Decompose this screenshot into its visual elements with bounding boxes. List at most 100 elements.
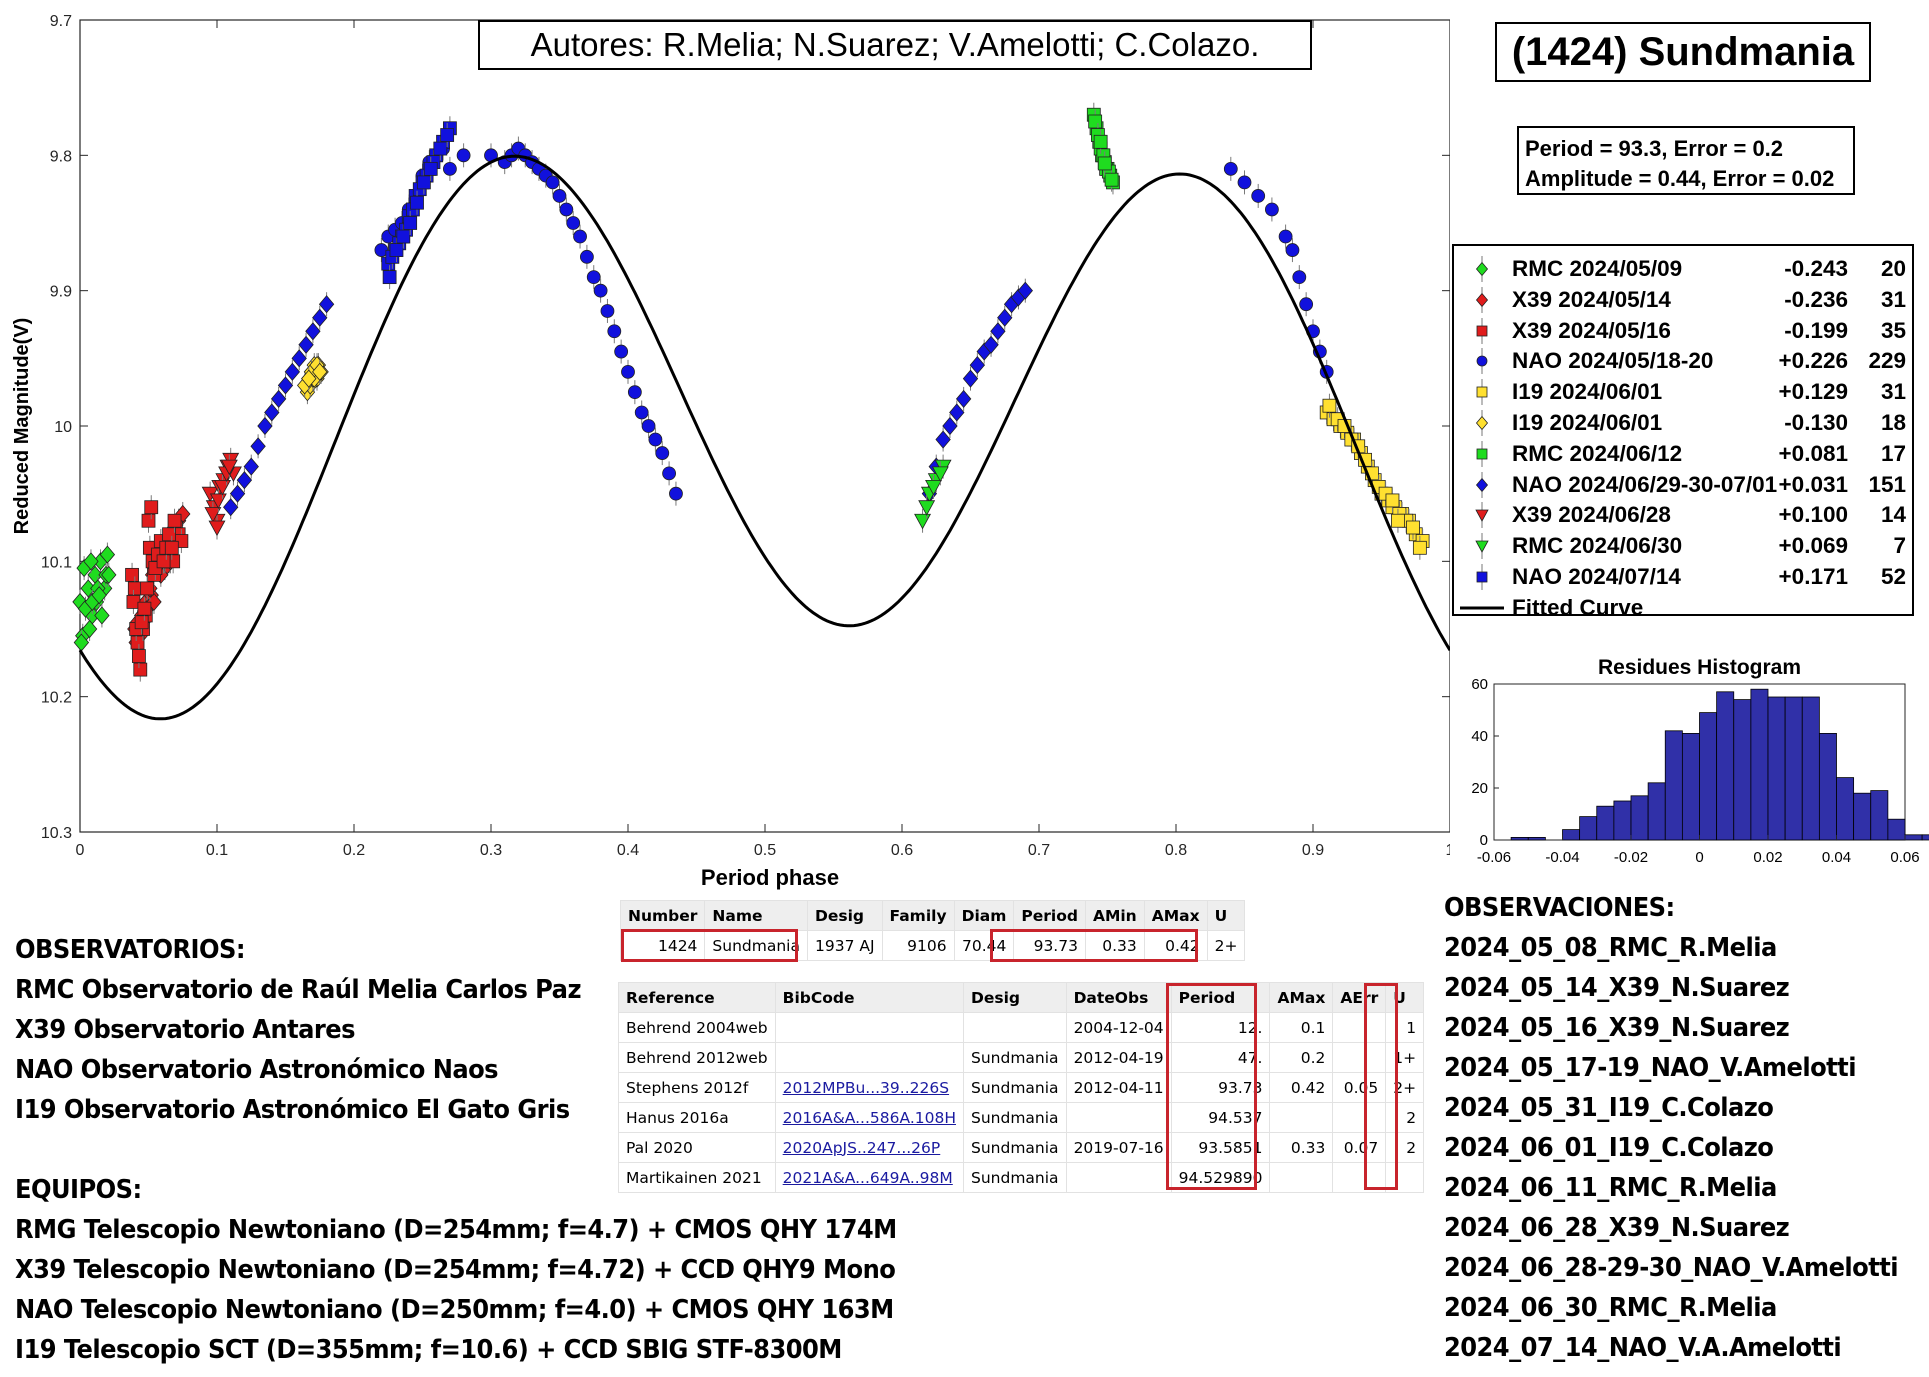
legend-marker-swatch [1476, 448, 1488, 460]
summary-header-cell: Number [619, 900, 706, 931]
observations-section: OBSERVACIONES: 2024_05_08_RMC_R.Melia 20… [1444, 888, 1898, 1368]
bibcode-cell[interactable]: 2012MPBu...39..226S [774, 1072, 965, 1103]
reference-cell [774, 1042, 965, 1073]
data-point [416, 175, 431, 190]
legend-marker-swatch [1476, 386, 1488, 398]
reference-cell: Hanus 2016a [618, 1102, 776, 1133]
reference-cell [1065, 1162, 1172, 1193]
equipment-item: X39 Telescopio Newtoniano (D=254mm; f=4.… [15, 1255, 896, 1285]
legend-count: 52 [1880, 564, 1906, 589]
legend-entry: X39 2024/05/16 -0.199 35 [1454, 316, 1912, 347]
equipment-item: RMG Telescopio Newtoniano (D=254mm; f=4.… [15, 1215, 897, 1245]
bibcode-link[interactable]: 2016A&A...586A.108H [783, 1109, 956, 1127]
reference-cell: Sundmania [963, 1042, 1067, 1073]
observation-item: 2024_05_31_I19_C.Colazo [1444, 1093, 1774, 1123]
references-header-cell: BibCode [774, 982, 965, 1013]
histogram-bar [1836, 777, 1855, 841]
reference-cell [963, 1012, 1067, 1043]
fit-result-box: Period = 93.3, Error = 0.2 Amplitude = 0… [1517, 126, 1855, 195]
data-point [440, 128, 455, 142]
legend-marker [1476, 440, 1488, 467]
summary-cell: 9106 [881, 930, 955, 961]
observation-item: 2024_05_14_X39_N.Suarez [1444, 973, 1790, 1003]
bibcode-cell[interactable]: 2020ApJS..247...26P [774, 1132, 965, 1163]
bibcode-cell[interactable]: 2016A&A...586A.108H [774, 1102, 965, 1133]
table-row: Hanus 2016a 2016A&A...586A.108H Sundmania 9… [618, 1102, 1425, 1133]
data-point [130, 635, 145, 650]
data-point [1385, 493, 1400, 508]
table-row: Pal 2020 2020ApJS..247...26P Sundmania 2019… [618, 1132, 1425, 1163]
legend-marker-swatch [1475, 415, 1489, 431]
data-point [1391, 513, 1405, 528]
histogram-bar [1818, 733, 1837, 841]
bibcode-link[interactable]: 2012MPBu...39..226S [783, 1079, 949, 1097]
table-row: Stephens 2012f 2012MPBu...39..226S Sundman… [618, 1072, 1425, 1103]
amplitude-line: Amplitude = 0.44, Error = 0.02 [1525, 166, 1835, 191]
legend-marker-swatch [1475, 540, 1489, 554]
highlight-box-period-u [990, 929, 1198, 962]
histogram-x-tick-label: 0.02 [1753, 849, 1782, 866]
histogram-bar [1784, 696, 1803, 841]
legend-marker-swatch [1475, 292, 1489, 307]
legend-label: I19 2024/06/01 [1512, 410, 1663, 435]
data-point [634, 405, 649, 420]
data-point [162, 527, 176, 542]
legend-offset: -0.243 [1784, 256, 1848, 281]
data-point [1088, 114, 1103, 129]
references-header-row: Reference BibCode Desig DateObs Period AMax AE… [618, 982, 1425, 1013]
legend-marker [1475, 471, 1489, 498]
histogram-bar [1853, 792, 1872, 841]
histogram-bar [1630, 795, 1649, 841]
legend-marker-swatch [1476, 355, 1488, 367]
data-point [545, 175, 560, 190]
summary-header-cell: Diam [953, 900, 1015, 931]
data-point [423, 161, 438, 176]
highlight-box-u-column [1364, 983, 1398, 1190]
legend-label: RMC 2024/06/30 [1512, 533, 1683, 559]
data-point [580, 249, 594, 264]
y-tick-label: 9.8 [50, 148, 72, 165]
data-point [137, 601, 152, 616]
y-tick-label: 10 [54, 419, 72, 436]
residues-histogram: Residues Histogram -0.06 -0.04 -0.02 0 0.02 0.… [1471, 656, 1929, 866]
reference-cell [774, 1012, 965, 1043]
histogram-bar [1921, 834, 1929, 841]
reference-cell: 0.33 [1269, 1132, 1334, 1163]
histogram-bar [1596, 805, 1615, 841]
observatory-item: NAO Observatorio Astronómico Naos [15, 1055, 499, 1085]
x-tick-label: 0.6 [891, 842, 913, 859]
equipment-item: I19 Telescopio SCT (D=355mm; f=10.6) + C… [15, 1335, 842, 1365]
legend-count: 17 [1880, 440, 1906, 466]
summary-header-row: Number Name Desig Family Diam Period AMin AMax U [619, 900, 1246, 931]
data-point [648, 432, 663, 447]
x-tick-label: 0.2 [343, 842, 365, 859]
legend-marker [1475, 286, 1489, 313]
x-tick-label: 0.8 [1165, 842, 1187, 859]
reference-cell: Pal 2020 [618, 1132, 776, 1163]
data-point [641, 419, 656, 433]
legend-marker [1476, 348, 1488, 375]
histogram-bar [1767, 696, 1786, 841]
histogram-bar [1579, 816, 1598, 841]
y-tick-label: 10.1 [41, 554, 72, 571]
data-point [655, 446, 670, 460]
bibcode-link[interactable]: 2020ApJS..247...26P [783, 1139, 941, 1157]
x-tick-label: 0.5 [754, 842, 776, 859]
legend-entry: NAO 2024/06/29-30-07/01 +0.031 151 [1454, 470, 1912, 501]
legend-marker [1476, 317, 1488, 344]
observatories-heading: OBSERVATORIOS: [15, 935, 246, 965]
legend-count: 151 [1868, 471, 1906, 497]
data-point [410, 195, 424, 210]
y-tick-label: 10.3 [41, 825, 72, 842]
legend-marker [1460, 606, 1504, 610]
observatory-item: X39 Observatorio Antares [15, 1015, 355, 1045]
observation-item: 2024_06_28-29-30_NAO_V.Amelotti [1444, 1253, 1898, 1283]
reference-cell: Sundmania [963, 1102, 1067, 1133]
references-header-cell: Desig [963, 982, 1067, 1013]
x-tick-label: 0.3 [480, 842, 502, 859]
data-point [389, 243, 404, 257]
summary-header-cell: Name [704, 900, 808, 931]
data-point [552, 189, 567, 203]
legend-marker [1476, 379, 1488, 406]
legend-label: X39 2024/05/16 [1512, 317, 1671, 343]
